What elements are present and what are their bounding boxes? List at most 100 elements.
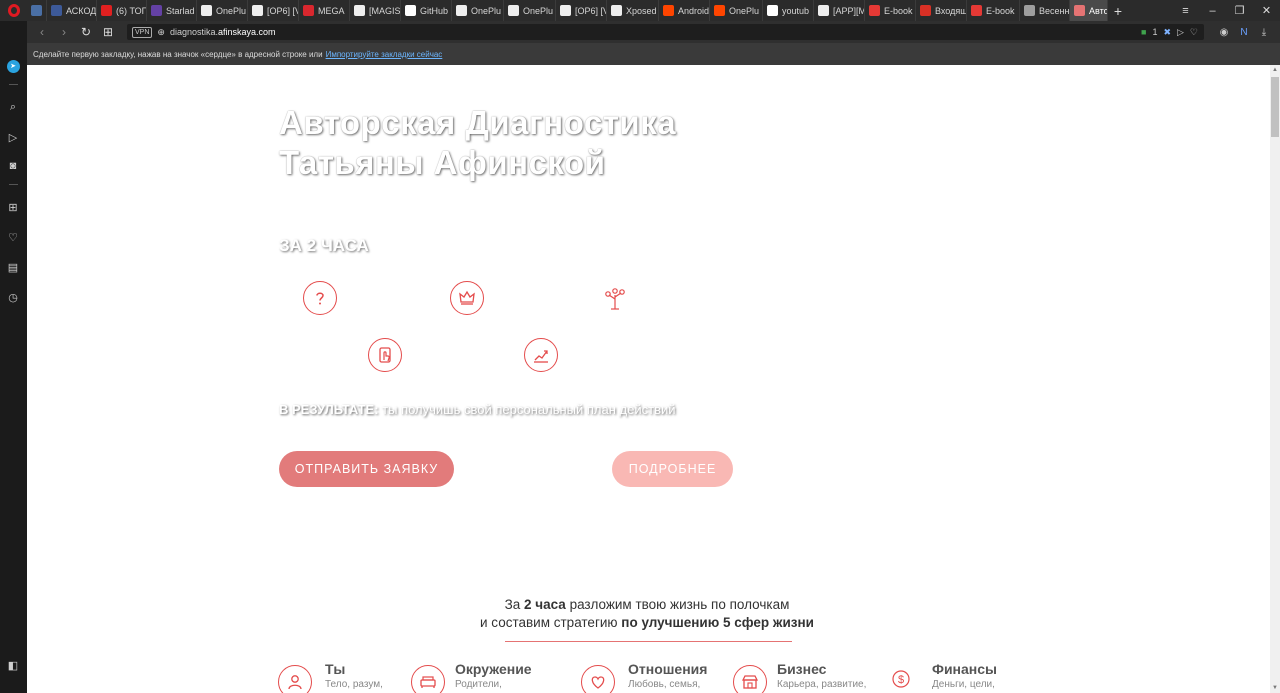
news-icon[interactable]: ▤ bbox=[6, 260, 20, 274]
adblock-icon[interactable]: ✖ bbox=[1163, 27, 1171, 38]
tab-20[interactable]: Весенн bbox=[1020, 0, 1070, 21]
url-field[interactable]: VPN ⊕ diagnostika.afinskaya.com ■ 1 ✖ ▷ … bbox=[127, 24, 1204, 40]
tab-13[interactable]: Android bbox=[659, 0, 710, 21]
page-icon bbox=[611, 5, 622, 16]
sphere-description: Тело, разум, bbox=[325, 679, 383, 690]
vpn-extension-icon[interactable]: ◉ bbox=[1216, 24, 1232, 40]
close-window-icon[interactable]: ✕ bbox=[1253, 0, 1280, 21]
tab-19[interactable]: E-book bbox=[967, 0, 1020, 21]
tab-5[interactable]: [OP6] [V bbox=[248, 0, 299, 21]
page-icon bbox=[508, 5, 519, 16]
sphere-title: Финансы bbox=[932, 661, 997, 677]
tab-label: [OP6] [V bbox=[575, 5, 607, 16]
more-info-button[interactable]: ПОДРОБНЕЕ bbox=[612, 451, 733, 487]
n-extension-icon[interactable]: N bbox=[1236, 24, 1252, 40]
sphere-title: Ты bbox=[325, 661, 346, 677]
document-icon bbox=[456, 5, 467, 16]
tab-8[interactable]: GitHub bbox=[401, 0, 452, 21]
page-icon bbox=[560, 5, 571, 16]
page-icon bbox=[818, 5, 829, 16]
reddit-icon bbox=[663, 5, 674, 16]
person-icon bbox=[278, 665, 312, 693]
tab-label: OnePlu bbox=[216, 5, 247, 16]
telegram-icon[interactable]: ➤ bbox=[6, 59, 20, 73]
bookmark-hint: Сделайте первую закладку, нажав на значо… bbox=[33, 49, 323, 59]
tab-6[interactable]: MEGA bbox=[299, 0, 350, 21]
tab-21[interactable]: Авто✕ bbox=[1070, 0, 1108, 21]
result-line: В РЕЗУЛЬТАТЕ: ты получишь свой персональ… bbox=[279, 402, 676, 417]
twitch-icon bbox=[151, 5, 162, 16]
search-icon[interactable]: ⌕ bbox=[6, 100, 20, 114]
web-page: Авторская Диагностика Татьяны Афинской З… bbox=[27, 65, 1270, 693]
opera-o-icon bbox=[7, 4, 20, 17]
tab-4[interactable]: OnePlu bbox=[197, 0, 248, 21]
back-button[interactable]: ‹ bbox=[33, 23, 51, 41]
bookmarks-bar: Сделайте первую закладку, нажав на значо… bbox=[27, 43, 1280, 65]
t-icon bbox=[869, 5, 880, 16]
extension-badge[interactable]: 1 bbox=[1152, 27, 1157, 37]
import-bookmarks-link[interactable]: Импортируйте закладки сейчас bbox=[326, 50, 443, 59]
tab-label: OnePlu bbox=[523, 5, 554, 16]
sphere-description: Деньги, цели, bbox=[932, 679, 995, 690]
bookmark-heart-icon[interactable]: ♡ bbox=[1190, 27, 1198, 38]
tab-15[interactable]: youtub bbox=[763, 0, 814, 21]
extension-icon bbox=[31, 5, 42, 16]
new-tab-button[interactable]: + bbox=[1108, 3, 1128, 19]
cube-extension-icon[interactable]: ■ bbox=[1141, 27, 1146, 37]
t-icon bbox=[971, 5, 982, 16]
sidebar-divider bbox=[9, 184, 18, 185]
github-icon bbox=[405, 5, 416, 16]
page-scrollbar[interactable]: ▲ ▼ bbox=[1270, 65, 1280, 693]
youtube-icon bbox=[101, 5, 112, 16]
tab-3[interactable]: Starlad bbox=[147, 0, 197, 21]
tab-label: OnePlu bbox=[729, 5, 760, 16]
tab-label: АСКОД bbox=[66, 5, 97, 16]
opera-logo[interactable] bbox=[0, 0, 27, 21]
tab-16[interactable]: [APP][M bbox=[814, 0, 865, 21]
shop-icon bbox=[733, 665, 767, 693]
tab-0[interactable] bbox=[27, 0, 47, 21]
tab-label: Android bbox=[678, 5, 710, 16]
scroll-down-icon[interactable]: ▼ bbox=[1270, 683, 1280, 693]
tab-label: Starlad bbox=[166, 5, 195, 16]
hero-subtitle: ЗА 2 ЧАСА bbox=[279, 236, 369, 255]
tab-14[interactable]: OnePlu bbox=[710, 0, 763, 21]
restore-icon[interactable]: ❐ bbox=[1226, 0, 1253, 21]
window-controls: ≡ – ❐ ✕ bbox=[1172, 0, 1280, 21]
tab-17[interactable]: E-book bbox=[865, 0, 916, 21]
bookmarks-heart-icon[interactable]: ♡ bbox=[6, 230, 20, 244]
tab-18[interactable]: Входящ bbox=[916, 0, 967, 21]
tab-9[interactable]: OnePlu bbox=[452, 0, 504, 21]
camera-icon[interactable]: ◙ bbox=[6, 159, 20, 173]
sidebar-toggle-icon[interactable]: ◧ bbox=[6, 658, 20, 672]
tab-2[interactable]: (6) ТОП bbox=[97, 0, 147, 21]
tab-12[interactable]: Xposed bbox=[607, 0, 659, 21]
star-icon bbox=[51, 5, 62, 16]
reload-button[interactable]: ↻ bbox=[77, 23, 95, 41]
intro-divider bbox=[505, 641, 792, 642]
speed-dial-icon[interactable]: ⊞ bbox=[99, 23, 117, 41]
history-icon[interactable]: ◷ bbox=[6, 290, 20, 304]
tab-10[interactable]: OnePlu bbox=[504, 0, 556, 21]
download-icon[interactable]: ⤓ bbox=[1256, 24, 1272, 40]
scroll-up-icon[interactable]: ▲ bbox=[1270, 65, 1280, 75]
speed-dial-sidebar-icon[interactable]: ⊞ bbox=[6, 200, 20, 214]
sphere-description: Родители, bbox=[455, 679, 502, 690]
flow-send-icon[interactable]: ▷ bbox=[6, 130, 20, 144]
scrollbar-thumb[interactable] bbox=[1271, 77, 1279, 137]
sphere-title: Отношения bbox=[628, 661, 708, 677]
sphere-description: Карьера, развитие, bbox=[777, 679, 867, 690]
minimize-icon[interactable]: – bbox=[1199, 0, 1226, 21]
tab-label: [MAGIS bbox=[369, 5, 401, 16]
send-request-button[interactable]: ОТПРАВИТЬ ЗАЯВКУ bbox=[279, 451, 454, 487]
forward-button[interactable]: › bbox=[55, 23, 73, 41]
tab-7[interactable]: [MAGIS bbox=[350, 0, 401, 21]
page-icon bbox=[354, 5, 365, 16]
heart-icon bbox=[581, 665, 615, 693]
globe-icon: ⊕ bbox=[157, 26, 165, 37]
tab-1[interactable]: АСКОД bbox=[47, 0, 97, 21]
tab-menu-icon[interactable]: ≡ bbox=[1172, 0, 1199, 21]
send-icon[interactable]: ▷ bbox=[1177, 27, 1184, 38]
tab-11[interactable]: [OP6] [V bbox=[556, 0, 607, 21]
vpn-badge[interactable]: VPN bbox=[132, 26, 153, 38]
